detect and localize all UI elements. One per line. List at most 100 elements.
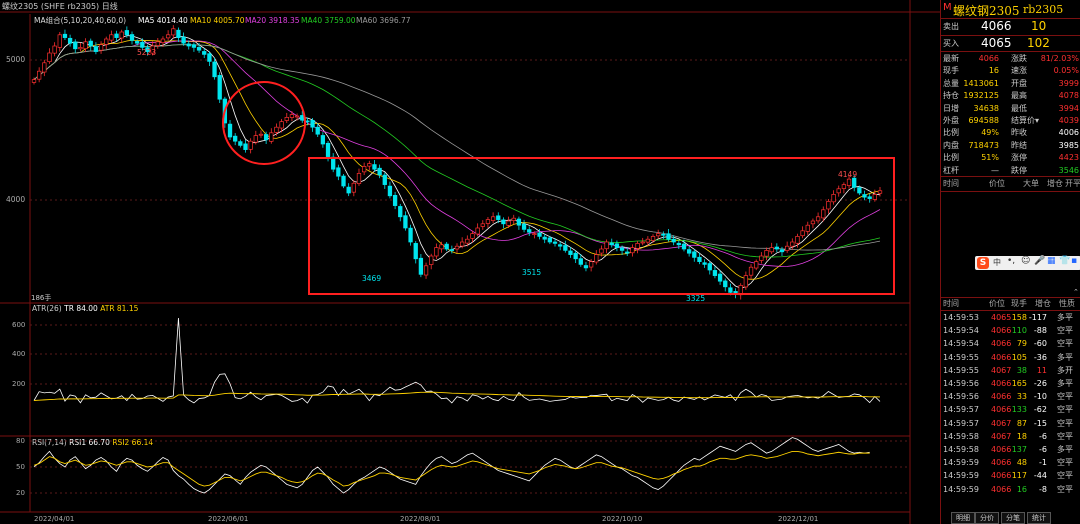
candle-body [630,247,635,254]
price-annotation-low2: 3515 [522,268,541,277]
rsi-legend: RSI(7,14) RSI1 66.70 RSI2 66.14 [32,438,153,447]
candle-body [372,164,377,170]
candle-body [712,270,718,276]
tick-row[interactable]: 14:59:59 4066 16 -8 空平 [941,483,1080,496]
candle-body [656,233,661,237]
tr-line [33,317,881,404]
menu-grid-icon[interactable]: ▪ [1071,256,1077,266]
ime-lang[interactable]: 中 [993,257,1001,268]
tick-row[interactable]: 14:59:59 4066 48 -1 空平 [941,456,1080,469]
tick-row[interactable]: 14:59:58 4067 18 -6 空平 [941,430,1080,443]
tab-price[interactable]: 分价 [975,512,999,524]
candle-body [547,237,553,243]
candle-body [382,174,387,185]
candle-body [88,40,93,47]
candle-body [351,182,356,193]
keyboard-icon[interactable]: ▦ [1047,256,1056,266]
stat-row: 日增 34638 最低 3994 [943,103,1079,113]
tick-row[interactable]: 14:59:57 4066 133 -62 空平 [941,403,1080,416]
tick-row[interactable]: 14:59:55 4067 38 11 多开 [941,364,1080,377]
candle-body [650,236,656,241]
candle-body [460,241,465,247]
tick-row[interactable]: 14:59:56 4066 33 -10 空平 [941,390,1080,403]
tick-row[interactable]: 14:59:53 4065 158 -117 多平 [941,311,1080,324]
candle-body [253,135,258,143]
candle-body [181,36,186,44]
candle-body [640,241,645,244]
tick-row[interactable]: 14:59:54 4066 79 -60 空平 [941,337,1080,350]
ma-legend-item: MA40 3759.00 [301,16,356,25]
candle-body [573,252,578,260]
candle-body [274,126,279,133]
candle-body [485,219,491,224]
candle-body [202,51,207,55]
candle-body [774,246,779,250]
ime-toolbar[interactable]: S 中 •, ☺ 🎤 ▦ 👕 ▪ [975,256,1080,270]
candle-body [821,209,826,219]
candles [31,25,883,300]
rsi1-line [33,437,870,494]
ma60-line [33,44,881,251]
candle-body [625,251,630,254]
date-axis-label: 2022/06/01 [208,515,248,523]
candle-body [305,120,310,123]
candle-body [191,44,197,48]
mic-icon[interactable]: 🎤 [1034,256,1045,266]
candle-body [104,38,109,45]
tick-row[interactable]: 14:59:57 4067 87 -15 空平 [941,417,1080,430]
candle-body [635,243,640,249]
menu-marker-icon[interactable]: M [943,2,952,13]
ask-row: 卖出 4066 10 [943,19,1047,33]
candle-body [171,28,176,36]
candle-body [697,256,702,262]
candle-body [413,243,418,260]
price-axis-label: 4000 [6,195,25,204]
tick-row[interactable]: 14:59:55 4066 105 -36 多平 [941,351,1080,364]
atr-axis-label: 200 [12,380,25,388]
emoji-icon[interactable]: ☺ [1021,256,1030,266]
tab-minute[interactable]: 分笔 [1001,512,1025,524]
candle-body [227,123,233,138]
punctuation-icon[interactable]: •, [1007,256,1015,266]
stat-row: 最新 4066 涨跌 81/2.03% [943,54,1079,63]
kline-chart[interactable]: 螺纹2305 (SHFE rb2305) 日线 MA组合(5,10,20,40,… [0,0,940,524]
ma-legend: MA5 4014.40 MA10 4005.70 MA20 3918.35 MA40 … [138,16,411,25]
date-axis-label: 2022/04/01 [34,515,74,523]
ma-legend-item: MA5 4014.40 [138,16,188,25]
candle-body [532,233,537,235]
candle-body [341,175,346,187]
candle-body [377,167,382,176]
tick-row[interactable]: 14:59:59 4066 117 -44 空平 [941,469,1080,482]
ma20-line [33,40,881,267]
candle-body [537,232,542,237]
candle-body [800,230,805,237]
candle-body [686,249,692,254]
tab-detail[interactable]: 明细 [951,512,975,524]
candle-body [31,79,37,83]
tick-row[interactable]: 14:59:54 4066 110 -88 空平 [941,324,1080,337]
candle-body [723,280,728,288]
date-axis-label: 2022/08/01 [400,515,440,523]
candle-body [439,244,444,250]
tick-row[interactable]: 14:59:56 4066 165 -26 多平 [941,377,1080,390]
candle-body [831,194,836,203]
candle-body [588,261,594,268]
candle-body [852,177,857,188]
tab-stats[interactable]: 统计 [1027,512,1051,524]
candle-body [666,233,671,240]
tick-row[interactable]: 14:59:58 4066 137 -6 多平 [941,443,1080,456]
skin-icon[interactable]: 👕 [1059,256,1070,266]
rsi-axis-label: 50 [16,463,25,471]
candle-body [681,243,687,250]
symbol-title: 螺纹2305 (SHFE rb2305) 日线 [2,1,118,11]
candle-body [707,263,712,271]
candle-body [325,142,331,157]
candle-body [248,140,253,150]
stat-row: 比例 51% 涨停 4423 [943,153,1079,163]
candle-body [269,132,274,142]
candle-body [619,247,625,251]
expand-icon[interactable]: ⌃ [1073,288,1079,296]
candle-body [284,117,289,121]
candle-body [872,194,877,200]
price-annotation-low1: 3469 [362,274,381,283]
